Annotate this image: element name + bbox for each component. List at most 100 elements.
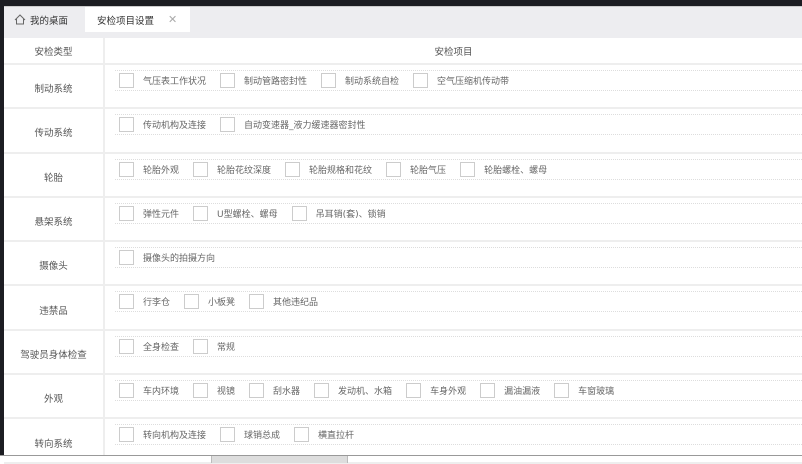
checkbox-item[interactable]: 轮胎气压 bbox=[386, 161, 446, 177]
checkbox-item[interactable]: 气压表工作状况 bbox=[119, 73, 206, 88]
checkbox[interactable] bbox=[193, 338, 209, 354]
checkbox-group: 弹性元件 U型螺栓、螺母 吊耳销(套)、锁销 bbox=[115, 202, 802, 224]
checkbox-label: 传动机构及连接 bbox=[143, 121, 207, 132]
checkbox-group: 转向机构及连接 球销总成 横直拉杆 bbox=[115, 424, 802, 446]
checkbox-group: 轮胎外观 轮胎花纹深度 轮胎规格和花纹 轮胎气压 轮胎螺栓、螺母 bbox=[115, 158, 802, 180]
type-label: 违禁品 bbox=[4, 286, 105, 329]
checkbox[interactable] bbox=[119, 427, 134, 443]
checkbox-label: 刮水器 bbox=[273, 387, 301, 398]
checkbox-label: 制动管路密封性 bbox=[244, 77, 308, 87]
checkbox-item[interactable]: 发动机、水箱 bbox=[314, 383, 392, 399]
checkbox-label: U型螺栓、螺母 bbox=[217, 209, 278, 220]
checkbox[interactable] bbox=[480, 383, 496, 399]
checkbox-item[interactable]: 车窗玻璃 bbox=[554, 383, 614, 399]
checkbox-label: 全身检查 bbox=[143, 342, 180, 353]
checkbox-group: 行李仓 小板凳 其他违纪品 bbox=[115, 291, 802, 313]
checkbox[interactable] bbox=[119, 73, 134, 88]
checkbox-item[interactable]: 制动系统自检 bbox=[321, 73, 399, 88]
items-cell: 传动机构及连接 自动变速器_液力缓速器密封性 bbox=[105, 109, 802, 151]
checkbox-item[interactable]: 摄像头的拍摄方向 bbox=[119, 250, 216, 266]
checkbox-label: 空气压缩机传动带 bbox=[437, 77, 510, 87]
checkbox[interactable] bbox=[413, 73, 429, 88]
checkbox-label: 轮胎外观 bbox=[143, 165, 180, 176]
checkbox[interactable] bbox=[294, 427, 310, 443]
checkbox[interactable] bbox=[193, 161, 209, 177]
table-row: 轮胎 轮胎外观 轮胎花纹深度 轮胎规格和花纹 轮胎气压 轮胎螺栓、螺母 bbox=[4, 153, 802, 198]
checkbox-label: 轮胎花纹深度 bbox=[217, 165, 272, 176]
checkbox-item[interactable]: 制动管路密封性 bbox=[220, 73, 307, 88]
checkbox-item[interactable]: 轮胎花纹深度 bbox=[193, 161, 272, 177]
table-row: 制动系统 气压表工作状况 制动管路密封性 制动系统自检 空气压缩机传动带 bbox=[4, 65, 802, 110]
checkbox-label: 转向机构及连接 bbox=[143, 431, 207, 442]
checkbox-item[interactable]: 常规 bbox=[193, 338, 236, 354]
checkbox-label: 常规 bbox=[217, 342, 236, 353]
checkbox-label: 摄像头的拍摄方向 bbox=[143, 254, 216, 265]
checkbox-item[interactable]: 漏油漏液 bbox=[480, 383, 540, 399]
checkbox[interactable] bbox=[321, 73, 337, 88]
tab-home[interactable]: 我的桌面 bbox=[14, 7, 68, 32]
checkbox[interactable] bbox=[249, 383, 265, 399]
checkbox-item[interactable]: 视镜 bbox=[193, 383, 235, 399]
checkbox-item[interactable]: 自动变速器_液力缓速器密封性 bbox=[220, 117, 366, 133]
checkbox-item[interactable]: 轮胎外观 bbox=[119, 161, 180, 177]
checkbox[interactable] bbox=[220, 117, 236, 133]
checkbox[interactable] bbox=[460, 161, 476, 177]
items-cell: 摄像头的拍摄方向 bbox=[105, 242, 802, 284]
checkbox[interactable] bbox=[314, 383, 330, 399]
checkbox-label: 制动系统自检 bbox=[345, 77, 400, 87]
items-cell: 气压表工作状况 制动管路密封性 制动系统自检 空气压缩机传动带 bbox=[105, 65, 802, 107]
checkbox-label: 车内环境 bbox=[143, 387, 180, 398]
close-icon[interactable]: ✕ bbox=[168, 13, 177, 26]
checkbox-item[interactable]: 全身检查 bbox=[119, 338, 180, 354]
checkbox[interactable] bbox=[119, 383, 134, 399]
checkbox-label: 横直拉杆 bbox=[318, 431, 355, 442]
tab-label: 安检项目设置 bbox=[97, 15, 155, 27]
header-items: 安检项目 bbox=[434, 46, 473, 58]
checkbox-item[interactable]: 轮胎规格和花纹 bbox=[285, 161, 372, 177]
type-label: 制动系统 bbox=[4, 65, 105, 108]
checkbox-item[interactable]: 传动机构及连接 bbox=[119, 117, 207, 133]
checkbox-label: 轮胎螺栓、螺母 bbox=[484, 165, 548, 176]
checkbox-item[interactable]: 行李仓 bbox=[119, 294, 171, 310]
checkbox[interactable] bbox=[406, 383, 422, 399]
tab-inspection-settings[interactable]: 安检项目设置 ✕ bbox=[85, 7, 190, 32]
checkbox[interactable] bbox=[184, 294, 200, 310]
checkbox-item[interactable]: 转向机构及连接 bbox=[119, 427, 207, 443]
checkbox-item[interactable]: 其他违纪品 bbox=[249, 294, 319, 310]
checkbox-item[interactable]: U型螺栓、螺母 bbox=[193, 205, 278, 221]
checkbox-item[interactable]: 弹性元件 bbox=[119, 205, 179, 221]
type-label: 轮胎 bbox=[4, 153, 105, 196]
checkbox-item[interactable]: 吊耳销(套)、锁销 bbox=[291, 205, 386, 221]
items-cell: 全身检查 常规 bbox=[105, 331, 802, 373]
checkbox-label: 其他违纪品 bbox=[273, 298, 319, 309]
checkbox-group: 气压表工作状况 制动管路密封性 制动系统自检 空气压缩机传动带 bbox=[115, 70, 802, 91]
checkbox[interactable] bbox=[220, 427, 236, 443]
checkbox-item[interactable]: 球销总成 bbox=[220, 427, 280, 443]
type-label: 传动系统 bbox=[4, 109, 105, 152]
checkbox-item[interactable]: 小板凳 bbox=[184, 294, 235, 310]
checkbox[interactable] bbox=[220, 73, 236, 88]
checkbox-item[interactable]: 车身外观 bbox=[406, 383, 466, 399]
items-cell: 弹性元件 U型螺栓、螺母 吊耳销(套)、锁销 bbox=[105, 198, 802, 240]
checkbox[interactable] bbox=[119, 117, 134, 133]
checkbox-item[interactable]: 刮水器 bbox=[249, 383, 301, 399]
checkbox[interactable] bbox=[119, 205, 134, 221]
checkbox[interactable] bbox=[193, 383, 209, 399]
checkbox[interactable] bbox=[285, 161, 301, 177]
home-icon bbox=[14, 14, 26, 25]
checkbox-item[interactable]: 车内环境 bbox=[119, 383, 180, 399]
checkbox[interactable] bbox=[291, 205, 307, 221]
checkbox-item[interactable]: 轮胎螺栓、螺母 bbox=[460, 161, 548, 177]
checkbox[interactable] bbox=[119, 294, 134, 310]
checkbox-group: 全身检查 常规 bbox=[115, 335, 802, 357]
checkbox[interactable] bbox=[119, 161, 134, 177]
checkbox[interactable] bbox=[554, 383, 570, 399]
checkbox[interactable] bbox=[193, 205, 209, 221]
checkbox[interactable] bbox=[119, 250, 134, 266]
checkbox-item[interactable]: 空气压缩机传动带 bbox=[413, 73, 509, 88]
checkbox-label: 行李仓 bbox=[143, 298, 171, 309]
checkbox[interactable] bbox=[386, 161, 402, 177]
checkbox-item[interactable]: 横直拉杆 bbox=[294, 427, 355, 443]
checkbox[interactable] bbox=[249, 294, 265, 310]
checkbox[interactable] bbox=[119, 338, 134, 354]
